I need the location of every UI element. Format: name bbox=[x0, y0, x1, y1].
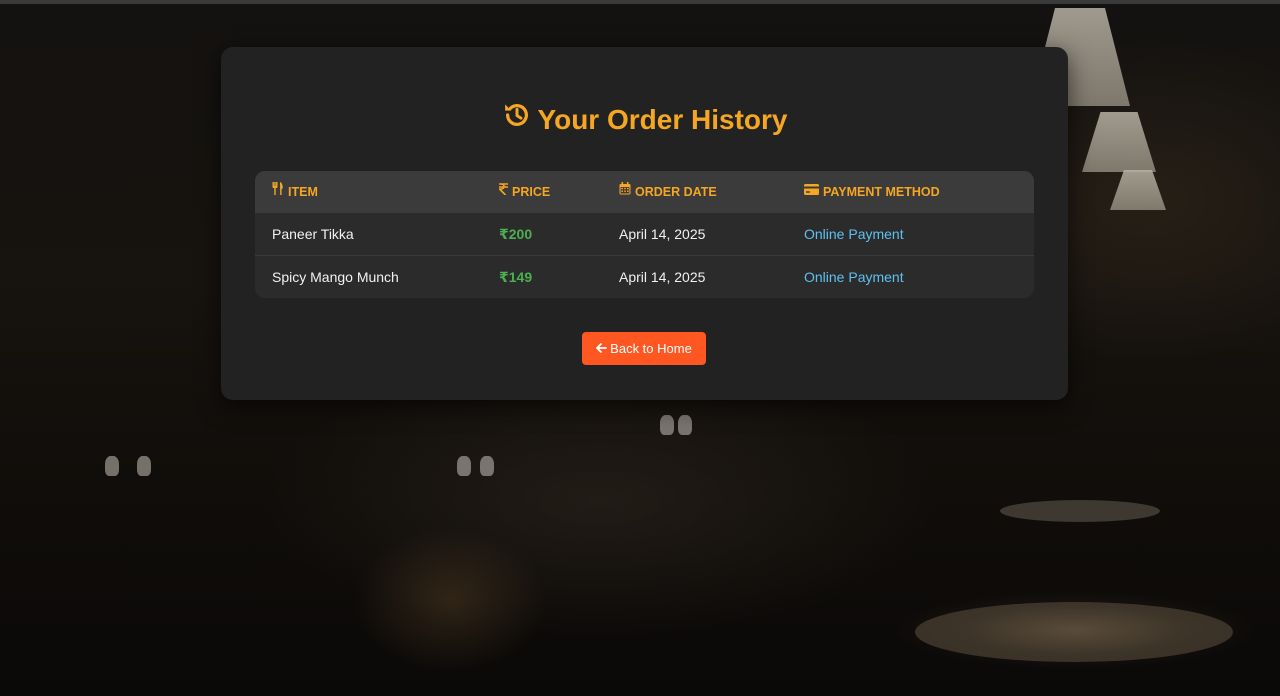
payment-method: Online Payment bbox=[804, 226, 904, 242]
credit-card-icon bbox=[804, 171, 819, 212]
order-item-name: Spicy Mango Munch bbox=[272, 269, 399, 285]
candle bbox=[480, 456, 494, 476]
header-payment-method[interactable]: PAYMENT METHOD bbox=[804, 171, 940, 213]
pendant-lamp bbox=[1082, 112, 1156, 172]
browser-top-edge bbox=[0, 0, 1280, 4]
header-order-date[interactable]: ORDER DATE bbox=[619, 171, 717, 213]
order-history-table: ITEM PRICE ORDER DATE PAYMENT METHOD Pan… bbox=[255, 171, 1034, 298]
order-price: ₹149 bbox=[499, 269, 533, 285]
back-to-home-label: Back to Home bbox=[610, 341, 692, 356]
order-date: April 14, 2025 bbox=[619, 269, 706, 285]
order-history-card: Your Order History ITEM PRICE ORDER DATE… bbox=[221, 47, 1068, 400]
table-top bbox=[915, 602, 1233, 662]
calendar-icon bbox=[619, 171, 631, 212]
candle bbox=[660, 415, 674, 435]
table-row: Spicy Mango Munch ₹149 April 14, 2025 On… bbox=[255, 256, 1034, 298]
header-price[interactable]: PRICE bbox=[498, 171, 550, 213]
back-to-home-button[interactable]: Back to Home bbox=[582, 332, 706, 365]
history-icon bbox=[502, 100, 532, 138]
pendant-lamp bbox=[1110, 170, 1166, 210]
candle bbox=[105, 456, 119, 476]
candle bbox=[678, 415, 692, 435]
page-title: Your Order History bbox=[221, 103, 1068, 138]
order-price: ₹200 bbox=[499, 226, 533, 242]
candle bbox=[137, 456, 151, 476]
table-plate bbox=[1000, 500, 1160, 522]
candle bbox=[457, 456, 471, 476]
page-title-text: Your Order History bbox=[537, 104, 788, 135]
order-date: April 14, 2025 bbox=[619, 226, 706, 242]
header-item[interactable]: ITEM bbox=[272, 171, 318, 213]
order-item-name: Paneer Tikka bbox=[272, 226, 354, 242]
table-header-row: ITEM PRICE ORDER DATE PAYMENT METHOD bbox=[255, 171, 1034, 213]
rupee-icon bbox=[498, 171, 509, 212]
utensils-icon bbox=[272, 171, 284, 212]
table-row: Paneer Tikka ₹200 April 14, 2025 Online … bbox=[255, 213, 1034, 256]
arrow-left-icon bbox=[596, 332, 608, 365]
payment-method: Online Payment bbox=[804, 269, 904, 285]
